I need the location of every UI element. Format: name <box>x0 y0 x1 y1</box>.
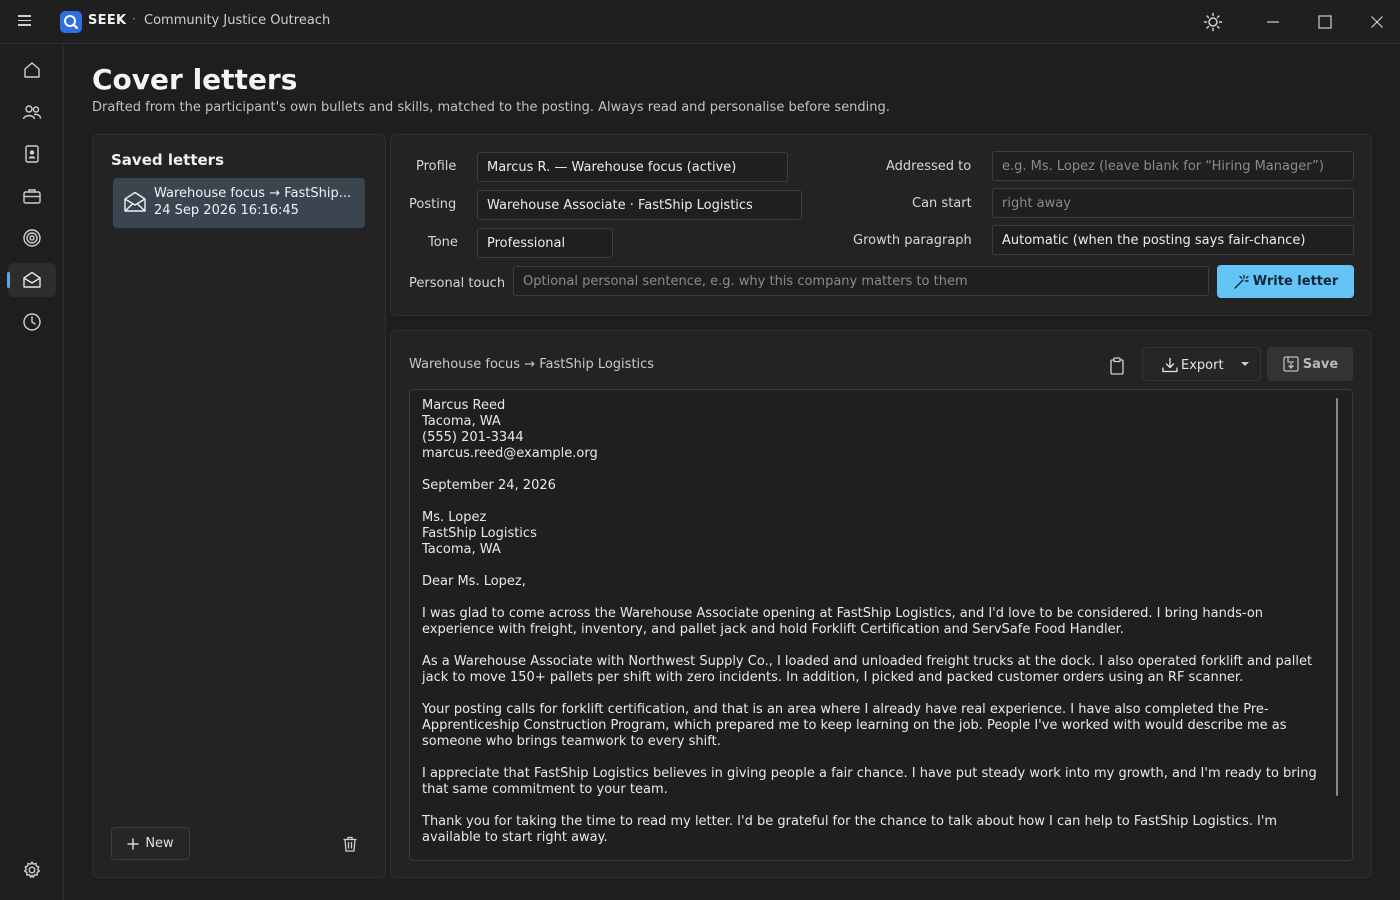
mail-icon <box>123 190 147 218</box>
seek-logo-icon <box>60 11 82 33</box>
letter-paragraph: I was glad to come across the Warehouse … <box>422 606 1264 637</box>
personal-touch-input[interactable]: Optional personal sentence, e.g. why thi… <box>513 266 1209 296</box>
download-icon <box>1162 357 1178 373</box>
posting-label: Posting <box>409 197 457 212</box>
theme-toggle-sun-icon[interactable] <box>1200 10 1226 34</box>
gear-icon[interactable] <box>8 853 56 887</box>
saved-letter-item[interactable]: Warehouse focus → FastShip... 24 Sep 202… <box>113 178 365 228</box>
maximize-window-icon[interactable] <box>1312 10 1338 34</box>
letter-preview-panel: Warehouse focus → FastShip Logistics Exp… <box>390 330 1372 878</box>
letter-sender-block: Marcus Reed Tacoma, WA (555) 201-3344 ma… <box>422 398 598 461</box>
save-button[interactable]: Save <box>1267 347 1353 381</box>
people-icon[interactable] <box>8 95 56 129</box>
letter-options-panel: Profile Marcus R. — Warehouse focus (act… <box>390 134 1372 316</box>
page-title: Cover letters <box>92 63 298 96</box>
plus-icon <box>127 838 139 849</box>
letter-paragraph: As a Warehouse Associate with Northwest … <box>422 654 1313 685</box>
briefcase-icon[interactable] <box>8 179 56 213</box>
letter-text-area[interactable]: Marcus Reed Tacoma, WA (555) 201-3344 ma… <box>409 389 1353 861</box>
write-letter-label: Write letter <box>1252 274 1339 289</box>
delete-letter-trash-icon[interactable] <box>339 833 361 855</box>
letter-paragraph: Thank you for taking the time to read my… <box>422 814 1278 845</box>
saved-letter-date: 24 Sep 2026 16:16:45 <box>154 203 299 218</box>
home-icon[interactable] <box>8 53 56 87</box>
profile-label: Profile <box>416 159 457 174</box>
letter-salutation: Dear Ms. Lopez, <box>422 574 526 589</box>
saved-letter-title: Warehouse focus → FastShip... <box>154 186 352 201</box>
page-subtitle: Drafted from the participant's own bulle… <box>92 100 890 115</box>
save-label: Save <box>1302 356 1339 372</box>
app-brand: SEEK <box>88 13 127 28</box>
growth-paragraph-label: Growth paragraph <box>853 233 972 248</box>
close-window-icon[interactable] <box>1364 10 1390 34</box>
letter-paragraph: Your posting calls for forklift certific… <box>422 702 1287 749</box>
hamburger-menu-icon[interactable] <box>16 12 38 32</box>
tone-label: Tone <box>428 235 458 250</box>
saved-letters-heading: Saved letters <box>111 151 224 169</box>
letter-recipient-block: Ms. Lopez FastShip Logistics Tacoma, WA <box>422 510 537 557</box>
save-icon <box>1283 356 1299 372</box>
letter-date: September 24, 2026 <box>422 478 556 493</box>
letter-scrollbar[interactable] <box>1336 398 1338 796</box>
tone-select[interactable]: Professional <box>477 228 613 258</box>
mail-icon[interactable] <box>7 263 56 297</box>
can-start-label: Can start <box>912 196 972 211</box>
title-bar: SEEK · Community Justice Outreach <box>0 0 1400 44</box>
export-dropdown-chevron-icon[interactable] <box>1241 362 1249 366</box>
magic-wand-icon <box>1234 274 1249 289</box>
navigation-rail <box>0 44 64 900</box>
export-button[interactable]: Export <box>1142 347 1261 381</box>
personal-touch-label: Personal touch <box>409 276 506 291</box>
history-icon[interactable] <box>8 305 56 339</box>
posting-select[interactable]: Warehouse Associate · FastShip Logistics <box>477 190 802 220</box>
can-start-input[interactable]: right away <box>992 188 1354 218</box>
new-letter-button[interactable]: New <box>111 827 190 860</box>
addressed-to-label: Addressed to <box>886 159 972 174</box>
profile-document-icon[interactable] <box>8 137 56 171</box>
letter-paragraph: I appreciate that FastShip Logistics bel… <box>422 766 1317 797</box>
letter-body: Marcus Reed Tacoma, WA (555) 201-3344 ma… <box>422 398 1328 860</box>
addressed-to-input[interactable]: e.g. Ms. Lopez (leave blank for “Hiring … <box>992 151 1354 181</box>
minimize-window-icon[interactable] <box>1260 10 1286 34</box>
title-separator: · <box>132 12 136 26</box>
new-letter-label: New <box>145 836 174 851</box>
organization-name: Community Justice Outreach <box>144 13 331 28</box>
growth-paragraph-select[interactable]: Automatic (when the posting says fair-ch… <box>992 225 1354 255</box>
letter-title: Warehouse focus → FastShip Logistics <box>409 357 655 372</box>
export-label: Export <box>1181 357 1224 373</box>
write-letter-button[interactable]: Write letter <box>1217 265 1354 298</box>
profile-select[interactable]: Marcus R. — Warehouse focus (active) <box>477 152 788 182</box>
saved-letters-panel: Saved letters Warehouse focus → FastShip… <box>92 134 386 878</box>
copy-clipboard-icon[interactable] <box>1104 353 1130 379</box>
target-icon[interactable] <box>8 221 56 255</box>
